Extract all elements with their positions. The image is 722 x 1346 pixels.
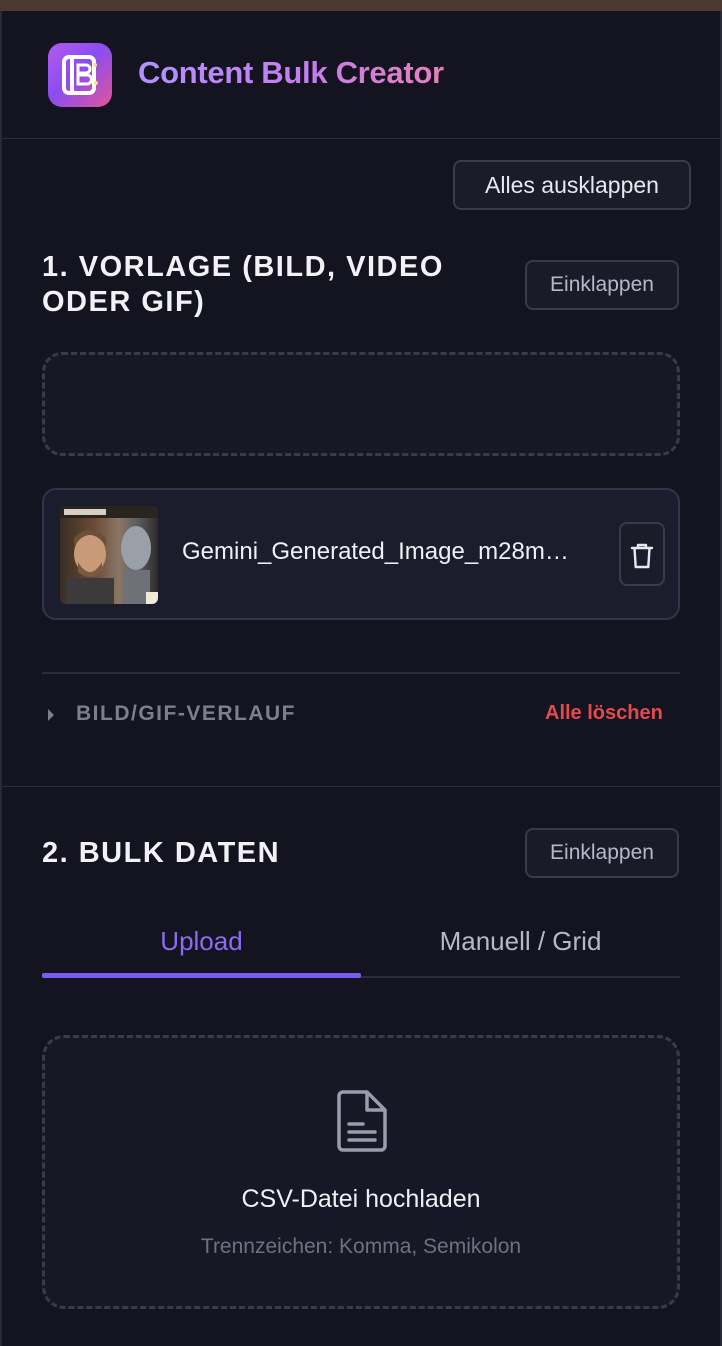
section-bulk-title: 2. BULK DATEN: [42, 837, 281, 869]
clear-history-button[interactable]: Alle löschen: [545, 702, 663, 725]
collapse-bulk-button[interactable]: Einklappen: [525, 828, 679, 878]
delete-file-button[interactable]: [619, 522, 665, 586]
csv-upload-hint: Trennzeichen: Komma, Semikolon: [200, 1235, 522, 1258]
csv-upload-title: CSV-Datei hochladen: [241, 1185, 481, 1213]
template-file-card: Gemini_Generated_Image_m28m…: [42, 488, 680, 620]
section-template-title: 1. VORLAGE (BILD, VIDEO ODER GIF): [42, 251, 444, 318]
expand-all-button[interactable]: Alles ausklappen: [453, 160, 691, 210]
file-text-icon: [337, 1090, 387, 1152]
template-dropzone[interactable]: [42, 352, 680, 456]
app-title: Content Bulk Creator: [138, 55, 444, 90]
history-toggle[interactable]: BILD/GIF-VERLAUF: [46, 702, 326, 728]
tab-manual-grid[interactable]: Manuell / Grid: [361, 916, 680, 976]
collapse-template-button[interactable]: Einklappen: [525, 260, 679, 310]
chevron-right-icon: [48, 709, 54, 721]
file-name: Gemini_Generated_Image_m28m…: [182, 538, 569, 565]
file-thumbnail: [60, 506, 158, 604]
app-logo-icon: [48, 43, 112, 107]
active-tab-indicator: [42, 973, 361, 978]
csv-upload-dropzone[interactable]: CSV-Datei hochladen Trennzeichen: Komma,…: [42, 1035, 680, 1309]
section-separator: [2, 786, 720, 787]
app-header: Content Bulk Creator: [2, 11, 720, 139]
history-label: BILD/GIF-VERLAUF: [76, 702, 296, 725]
section-divider: [42, 672, 680, 674]
window-top-strip: [0, 0, 722, 11]
trash-icon: [630, 543, 654, 569]
tab-upload[interactable]: Upload: [42, 916, 361, 976]
sidebar-panel: Content Bulk Creator Alles ausklappen 1.…: [0, 11, 722, 1346]
bulk-data-tabs: Upload Manuell / Grid: [42, 916, 680, 978]
